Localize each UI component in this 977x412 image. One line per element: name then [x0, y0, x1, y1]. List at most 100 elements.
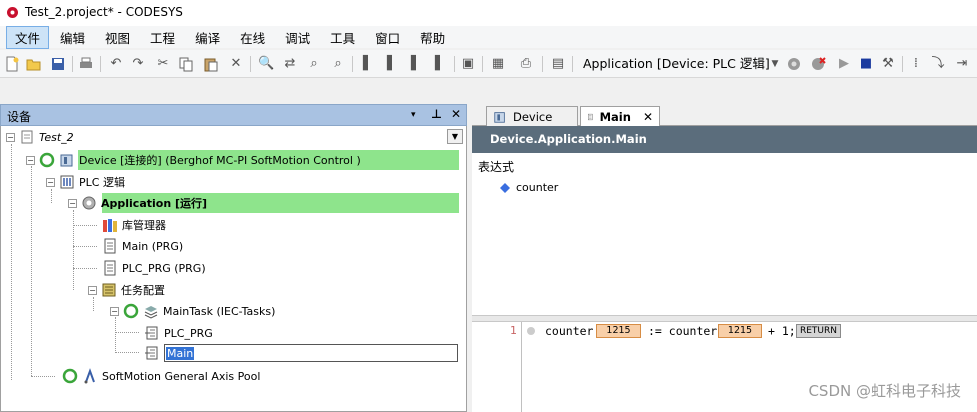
plc-logic-icon: [60, 175, 74, 189]
start-icon[interactable]: ▶: [836, 56, 852, 72]
logout-icon[interactable]: [810, 56, 826, 72]
connected-status-icon: [39, 152, 55, 168]
print-icon[interactable]: [78, 56, 94, 72]
collapse-icon[interactable]: −: [26, 155, 35, 165]
tree-item-plc-prg[interactable]: PLC_PRG (PRG): [102, 259, 206, 277]
tree-item-task-plc-prg[interactable]: PLC_PRG: [144, 324, 213, 342]
window-title: Test_2.project* - CODESYS: [25, 5, 183, 19]
running-status-icon: [123, 303, 139, 319]
menu-debug[interactable]: 调试: [276, 26, 319, 49]
generate-code-icon[interactable]: ⎙: [518, 56, 534, 72]
calculator-icon[interactable]: ▤: [550, 56, 566, 72]
device-icon: [494, 111, 505, 123]
bookmark-prev-icon[interactable]: ▌: [408, 56, 424, 72]
line-number: 1: [510, 324, 517, 337]
step-into-icon[interactable]: ⇥: [954, 56, 970, 72]
tree-item-axis-pool[interactable]: SoftMotion General Axis Pool: [62, 367, 260, 385]
task-config-icon: [102, 283, 116, 297]
devices-panel-title: 设备: [7, 110, 32, 124]
new-file-icon[interactable]: [4, 56, 20, 72]
program-icon: [588, 113, 593, 121]
tree-item-application[interactable]: − Application [运行]: [68, 194, 207, 212]
delete-icon[interactable]: ✕: [228, 56, 244, 72]
build-icon[interactable]: ▦: [490, 56, 506, 72]
tree-item-library-manager[interactable]: 库管理器: [102, 216, 166, 234]
pin-icon[interactable]: ⊥: [431, 107, 442, 121]
menu-help[interactable]: 帮助: [411, 26, 454, 49]
project-icon: [21, 130, 33, 144]
find-next-icon[interactable]: ⌕: [306, 56, 322, 72]
tree-item-task-main[interactable]: Main: [144, 344, 458, 362]
tree-item-plc-logic[interactable]: − PLC 逻辑: [46, 173, 125, 191]
cut-icon[interactable]: ✂: [155, 56, 171, 72]
paste-icon[interactable]: [203, 56, 219, 72]
task-stack-icon: [144, 306, 158, 319]
undo-icon[interactable]: ↶: [108, 56, 124, 72]
title-bar: Test_2.project* - CODESYS: [0, 0, 977, 26]
tree-item-main-task[interactable]: − MainTask (IEC-Tasks): [110, 302, 275, 320]
reset-icon[interactable]: ⚒: [880, 56, 896, 72]
menu-window[interactable]: 窗口: [366, 26, 409, 49]
find-prev-icon[interactable]: ⌕: [330, 56, 346, 72]
panel-menu-icon[interactable]: ▾: [411, 110, 416, 120]
codesys-logo-icon: [7, 7, 18, 18]
library-icon: [103, 219, 117, 232]
close-tab-icon[interactable]: ✕: [643, 110, 653, 124]
menu-file[interactable]: 文件: [6, 25, 50, 49]
open-folder-icon[interactable]: [26, 56, 42, 72]
menu-bar: 文件 编辑 视图 工程 编译 在线 调试 工具 窗口 帮助: [0, 25, 977, 49]
bookmark-clear-icon[interactable]: ▌: [432, 56, 448, 72]
inline-value-counter-2[interactable]: 1215: [718, 324, 762, 338]
window-icon[interactable]: ▣: [460, 56, 476, 72]
menu-view[interactable]: 视图: [96, 26, 139, 49]
copy-icon[interactable]: [178, 56, 194, 72]
login-icon[interactable]: [786, 56, 802, 72]
collapse-icon[interactable]: −: [110, 306, 119, 316]
bookmark-icon[interactable]: ▌: [360, 56, 376, 72]
save-icon[interactable]: [50, 56, 66, 72]
program-icon: [104, 238, 116, 254]
tab-main[interactable]: Main ✕: [580, 106, 660, 127]
axis-icon: [84, 368, 95, 384]
find-replace-icon[interactable]: ⇄: [282, 56, 298, 72]
dropdown-arrow-icon[interactable]: ▼: [447, 129, 463, 144]
bookmark-next-icon[interactable]: ▌: [384, 56, 400, 72]
stop-icon[interactable]: ■: [858, 56, 874, 72]
tree-item-device[interactable]: − Device [连接的] (Berghof MC-PI SoftMotion…: [26, 151, 361, 169]
editor-splitter[interactable]: [472, 315, 977, 322]
program-call-icon: [145, 346, 158, 360]
collapse-icon[interactable]: −: [88, 285, 97, 295]
rename-field[interactable]: Main: [164, 344, 458, 362]
menu-tools[interactable]: 工具: [321, 26, 364, 49]
program-call-icon: [145, 326, 158, 340]
line-gutter: 1: [472, 322, 522, 412]
breakpoint-icon[interactable]: ⁞: [908, 56, 924, 72]
expression-header: 表达式: [478, 160, 515, 174]
breakpoint-marker-icon[interactable]: [526, 326, 536, 336]
active-application-select[interactable]: Application [Device: PLC 逻辑]: [579, 54, 779, 74]
chevron-down-icon[interactable]: ▼: [767, 56, 783, 72]
menu-project[interactable]: 工程: [141, 26, 184, 49]
tree-item-task-config[interactable]: − 任务配置: [88, 281, 165, 299]
redo-icon[interactable]: ↷: [130, 56, 146, 72]
tree-item-project[interactable]: − Test_2 ▼: [6, 128, 468, 146]
object-path-bar: Device.Application.Main: [472, 126, 977, 153]
step-over-icon[interactable]: ⤵: [930, 56, 946, 72]
menu-online[interactable]: 在线: [231, 26, 274, 49]
find-icon[interactable]: 🔍: [258, 56, 274, 72]
watch-item[interactable]: counter: [500, 181, 558, 194]
menu-edit[interactable]: 编辑: [51, 26, 94, 49]
inline-value-counter[interactable]: 1215: [596, 324, 641, 338]
collapse-icon[interactable]: −: [68, 198, 77, 208]
device-icon: [60, 154, 73, 167]
menu-build[interactable]: 编译: [186, 26, 229, 49]
code-token-assign: := counter: [648, 324, 718, 338]
code-token-counter: counter: [545, 324, 594, 338]
tree-item-main-prg[interactable]: Main (PRG): [102, 237, 183, 255]
close-icon[interactable]: ✕: [451, 107, 461, 121]
devices-panel-header: 设备 ▾ ⊥ ✕: [0, 104, 467, 126]
collapse-icon[interactable]: −: [46, 177, 55, 187]
collapse-icon[interactable]: −: [6, 132, 15, 142]
variable-icon: [500, 182, 510, 193]
tab-device[interactable]: Device: [486, 106, 578, 126]
